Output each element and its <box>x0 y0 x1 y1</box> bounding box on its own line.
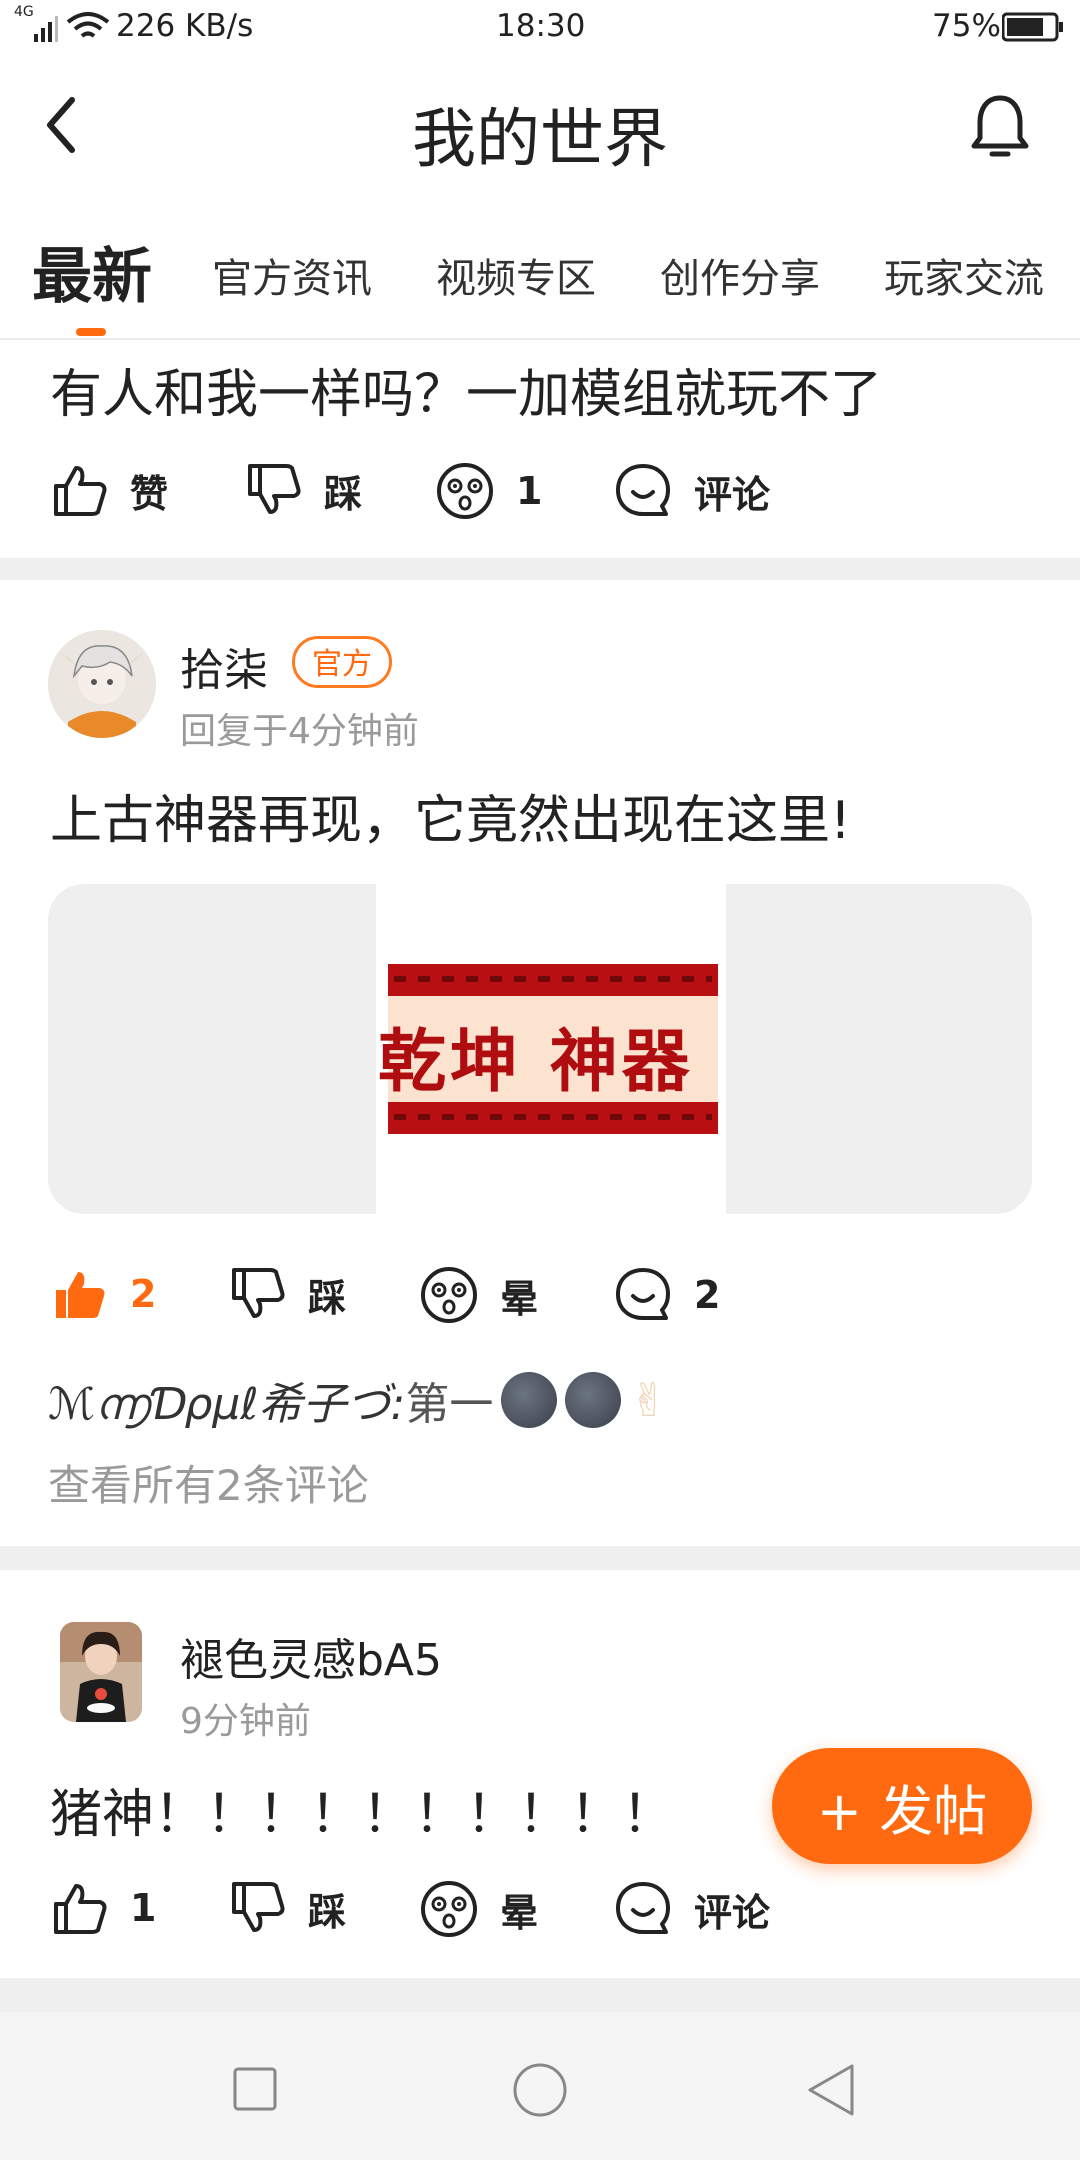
recents-square-icon[interactable] <box>232 2066 278 2112</box>
dizzy-label: 晕 <box>500 1276 539 1321</box>
comment-bubble-icon <box>616 464 670 516</box>
post-image[interactable]: 乾坤 神器 <box>48 884 1032 1214</box>
post-time: 回复于4分钟前 <box>180 711 419 752</box>
like-count: 2 <box>130 1272 157 1316</box>
new-moon-face-emoji-icon <box>501 1372 558 1428</box>
dislike-label: 踩 <box>308 1889 347 1934</box>
author-name[interactable]: 褪色灵感bA5 <box>180 1624 442 1688</box>
new-post-button[interactable]: + 发帖 <box>772 1748 1032 1864</box>
back-triangle-icon[interactable] <box>806 2062 856 2118</box>
like-button[interactable]: 赞 <box>52 462 168 518</box>
avatar[interactable] <box>48 630 156 738</box>
comment-button[interactable]: 2 <box>614 1266 720 1324</box>
clock: 18:30 <box>496 8 586 44</box>
victory-hand-emoji-icon: ✌ <box>629 1373 668 1427</box>
thumbs-down-icon <box>232 1268 285 1318</box>
view-all-comments-link[interactable]: 查看所有2条评论 <box>48 1452 369 1513</box>
active-tab-indicator <box>76 328 106 336</box>
comment-bubble-icon <box>616 1268 670 1320</box>
tab-official-news[interactable]: 官方资讯 <box>212 246 372 304</box>
status-bar: 4G 226 KB/s 18:30 75% <box>0 0 1080 56</box>
new-moon-face-emoji-icon <box>565 1372 622 1428</box>
battery-percent: 75% <box>932 8 1001 44</box>
tab-video[interactable]: 视频专区 <box>436 246 596 304</box>
comment-label: 评论 <box>694 472 771 517</box>
top-comment[interactable]: ℳ൬Ɗρμℓ希子づ: 第一 ✌ <box>48 1368 668 1432</box>
official-badge: 官方 <box>292 636 392 688</box>
comment-bubble-icon <box>616 1882 670 1934</box>
tab-latest[interactable]: 最新 <box>32 228 152 315</box>
network-speed: 226 KB/s <box>116 8 254 44</box>
thumbs-up-filled-icon <box>56 1272 105 1318</box>
thumbs-down-icon <box>232 1882 285 1932</box>
dizzy-button[interactable]: 1 <box>436 462 542 520</box>
banner-graphic: 乾坤 神器 <box>378 964 718 1134</box>
thumbs-up-icon <box>54 1884 107 1934</box>
commenter-name[interactable]: ℳ൬Ɗρμℓ希子づ: <box>48 1368 405 1432</box>
tab-creation[interactable]: 创作分享 <box>660 246 820 304</box>
post-title[interactable]: 猪神！！！！！！！！！！ <box>50 1772 674 1847</box>
like-button[interactable]: 2 <box>52 1266 156 1322</box>
post-title[interactable]: 上古神器再现，它竟然出现在这里! <box>50 778 851 853</box>
dizzy-face-icon <box>421 1881 477 1937</box>
system-nav-bar <box>0 2012 1080 2160</box>
avatar-image <box>48 630 156 738</box>
dizzy-face-icon <box>437 463 493 519</box>
post-title[interactable]: 有人和我一样吗？一加模组就玩不了 <box>50 352 882 427</box>
dizzy-button[interactable]: 晕 <box>420 1880 538 1938</box>
avatar[interactable] <box>60 1622 142 1722</box>
home-circle-icon[interactable] <box>512 2062 568 2118</box>
comment-text: 第一 <box>405 1379 494 1430</box>
comment-button[interactable]: 评论 <box>614 1880 770 1938</box>
dislike-button[interactable]: 踩 <box>230 1266 346 1322</box>
tab-bar: 最新 官方资讯 视频专区 创作分享 玩家交流 <box>0 228 1080 340</box>
page-title: 我的世界 <box>412 103 668 177</box>
battery-icon <box>1002 12 1063 42</box>
tab-players[interactable]: 玩家交流 <box>884 246 1044 304</box>
post-time: 9分钟前 <box>180 1701 311 1742</box>
divider <box>0 1546 1080 1570</box>
avatar-image <box>60 1622 142 1722</box>
divider <box>0 558 1080 580</box>
like-count: 1 <box>130 1886 157 1930</box>
banner-text: 乾坤 神器 <box>378 1023 694 1102</box>
thumbs-down-icon <box>248 464 301 514</box>
dislike-button[interactable]: 踩 <box>230 1880 346 1936</box>
dislike-label: 踩 <box>324 471 363 516</box>
dizzy-count: 1 <box>516 469 543 513</box>
dislike-button[interactable]: 踩 <box>246 462 362 518</box>
dizzy-label: 晕 <box>500 1890 539 1935</box>
bell-icon[interactable] <box>968 92 1032 164</box>
image-content: 乾坤 神器 <box>376 884 726 1214</box>
comment-button[interactable]: 评论 <box>614 462 770 520</box>
dizzy-button[interactable]: 晕 <box>420 1266 538 1324</box>
comment-count: 2 <box>694 1273 721 1317</box>
thumbs-up-icon <box>54 466 107 516</box>
comment-label: 评论 <box>694 1890 771 1935</box>
like-label: 赞 <box>130 471 169 516</box>
wifi-icon <box>66 12 110 38</box>
dislike-label: 踩 <box>308 1275 347 1320</box>
signal-icon <box>34 16 58 42</box>
dizzy-face-icon <box>421 1267 477 1323</box>
divider <box>0 1978 1080 2012</box>
like-button[interactable]: 1 <box>52 1880 156 1936</box>
author-name[interactable]: 拾柒 <box>180 634 268 698</box>
